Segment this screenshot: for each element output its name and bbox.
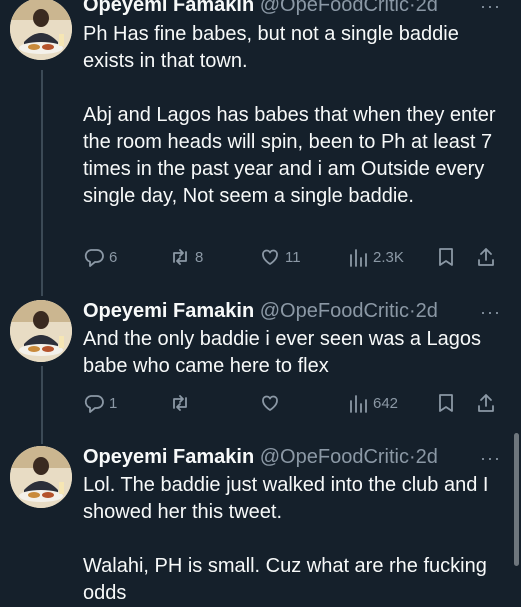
like-button[interactable] [259, 392, 285, 414]
like-count: 11 [285, 248, 301, 266]
thread-connector [41, 366, 43, 444]
more-icon[interactable]: ··· [480, 303, 501, 321]
avatar-image [10, 446, 72, 508]
share-button[interactable] [475, 392, 497, 414]
avatar[interactable] [10, 0, 72, 60]
avatar-image [10, 0, 72, 60]
views-icon [347, 246, 369, 268]
share-icon [475, 392, 497, 414]
views-count: 642 [373, 394, 399, 412]
reply-count: 1 [109, 394, 118, 412]
bookmark-icon [435, 246, 457, 268]
tweet-text: Lol. The baddie just walked into the clu… [83, 472, 513, 607]
views-button[interactable]: 2.3K [347, 246, 404, 268]
author-name[interactable]: Opeyemi Famakin [83, 446, 254, 468]
author-handle[interactable]: @OpeFoodCritic [260, 0, 409, 16]
author-handle[interactable]: @OpeFoodCritic [260, 300, 409, 322]
bookmark-button[interactable] [435, 392, 457, 414]
tweet-time[interactable]: 2d [416, 0, 438, 16]
reply-icon [83, 392, 105, 414]
tweet-text: And the only baddie i ever seen was a La… [83, 326, 513, 380]
repost-icon [169, 246, 191, 268]
tweet-time[interactable]: 2d [416, 300, 438, 322]
repost-count: 8 [195, 248, 204, 266]
heart-icon [259, 392, 281, 414]
separator-dot: · [409, 0, 416, 16]
tweet-paragraph: Lol. The baddie just walked into the clu… [83, 474, 489, 523]
tweet-paragraph: Ph Has fine babes, but not a single badd… [83, 23, 459, 72]
tweet-paragraph: And the only baddie i ever seen was a La… [83, 328, 482, 377]
repost-button[interactable]: 8 [169, 246, 203, 268]
avatar[interactable] [10, 300, 72, 362]
more-icon[interactable]: ··· [480, 0, 501, 15]
share-icon [475, 246, 497, 268]
views-button[interactable]: 642 [347, 392, 398, 414]
repost-icon [169, 392, 191, 414]
separator-dot: · [409, 446, 416, 468]
tweet-header: Opeyemi Famakin @OpeFoodCritic·2d [83, 0, 438, 18]
reply-button[interactable]: 6 [83, 246, 117, 268]
scrollbar[interactable] [514, 433, 519, 566]
avatar[interactable] [10, 446, 72, 508]
reply-count: 6 [109, 248, 118, 266]
tweet-paragraph: Walahi, PH is small. Cuz what are rhe fu… [83, 555, 487, 604]
bookmark-icon [435, 392, 457, 414]
thread-connector [41, 70, 43, 296]
reply-icon [83, 246, 105, 268]
tweet-time[interactable]: 2d [416, 446, 438, 468]
views-icon [347, 392, 369, 414]
views-count: 2.3K [373, 248, 404, 266]
author-name[interactable]: Opeyemi Famakin [83, 0, 254, 16]
avatar-image [10, 300, 72, 362]
more-icon[interactable]: ··· [480, 449, 501, 467]
repost-button[interactable] [169, 392, 195, 414]
reply-button[interactable]: 1 [83, 392, 117, 414]
author-name[interactable]: Opeyemi Famakin [83, 300, 254, 322]
tweet-header: Opeyemi Famakin @OpeFoodCritic·2d [83, 298, 438, 324]
author-handle[interactable]: @OpeFoodCritic [260, 446, 409, 468]
like-button[interactable]: 11 [259, 246, 301, 268]
tweet-paragraph: Abj and Lagos has babes that when they e… [83, 104, 496, 207]
tweet-header: Opeyemi Famakin @OpeFoodCritic·2d [83, 444, 438, 470]
tweet-text: Ph Has fine babes, but not a single badd… [83, 21, 513, 210]
heart-icon [259, 246, 281, 268]
bookmark-button[interactable] [435, 246, 457, 268]
separator-dot: · [409, 300, 416, 322]
share-button[interactable] [475, 246, 497, 268]
